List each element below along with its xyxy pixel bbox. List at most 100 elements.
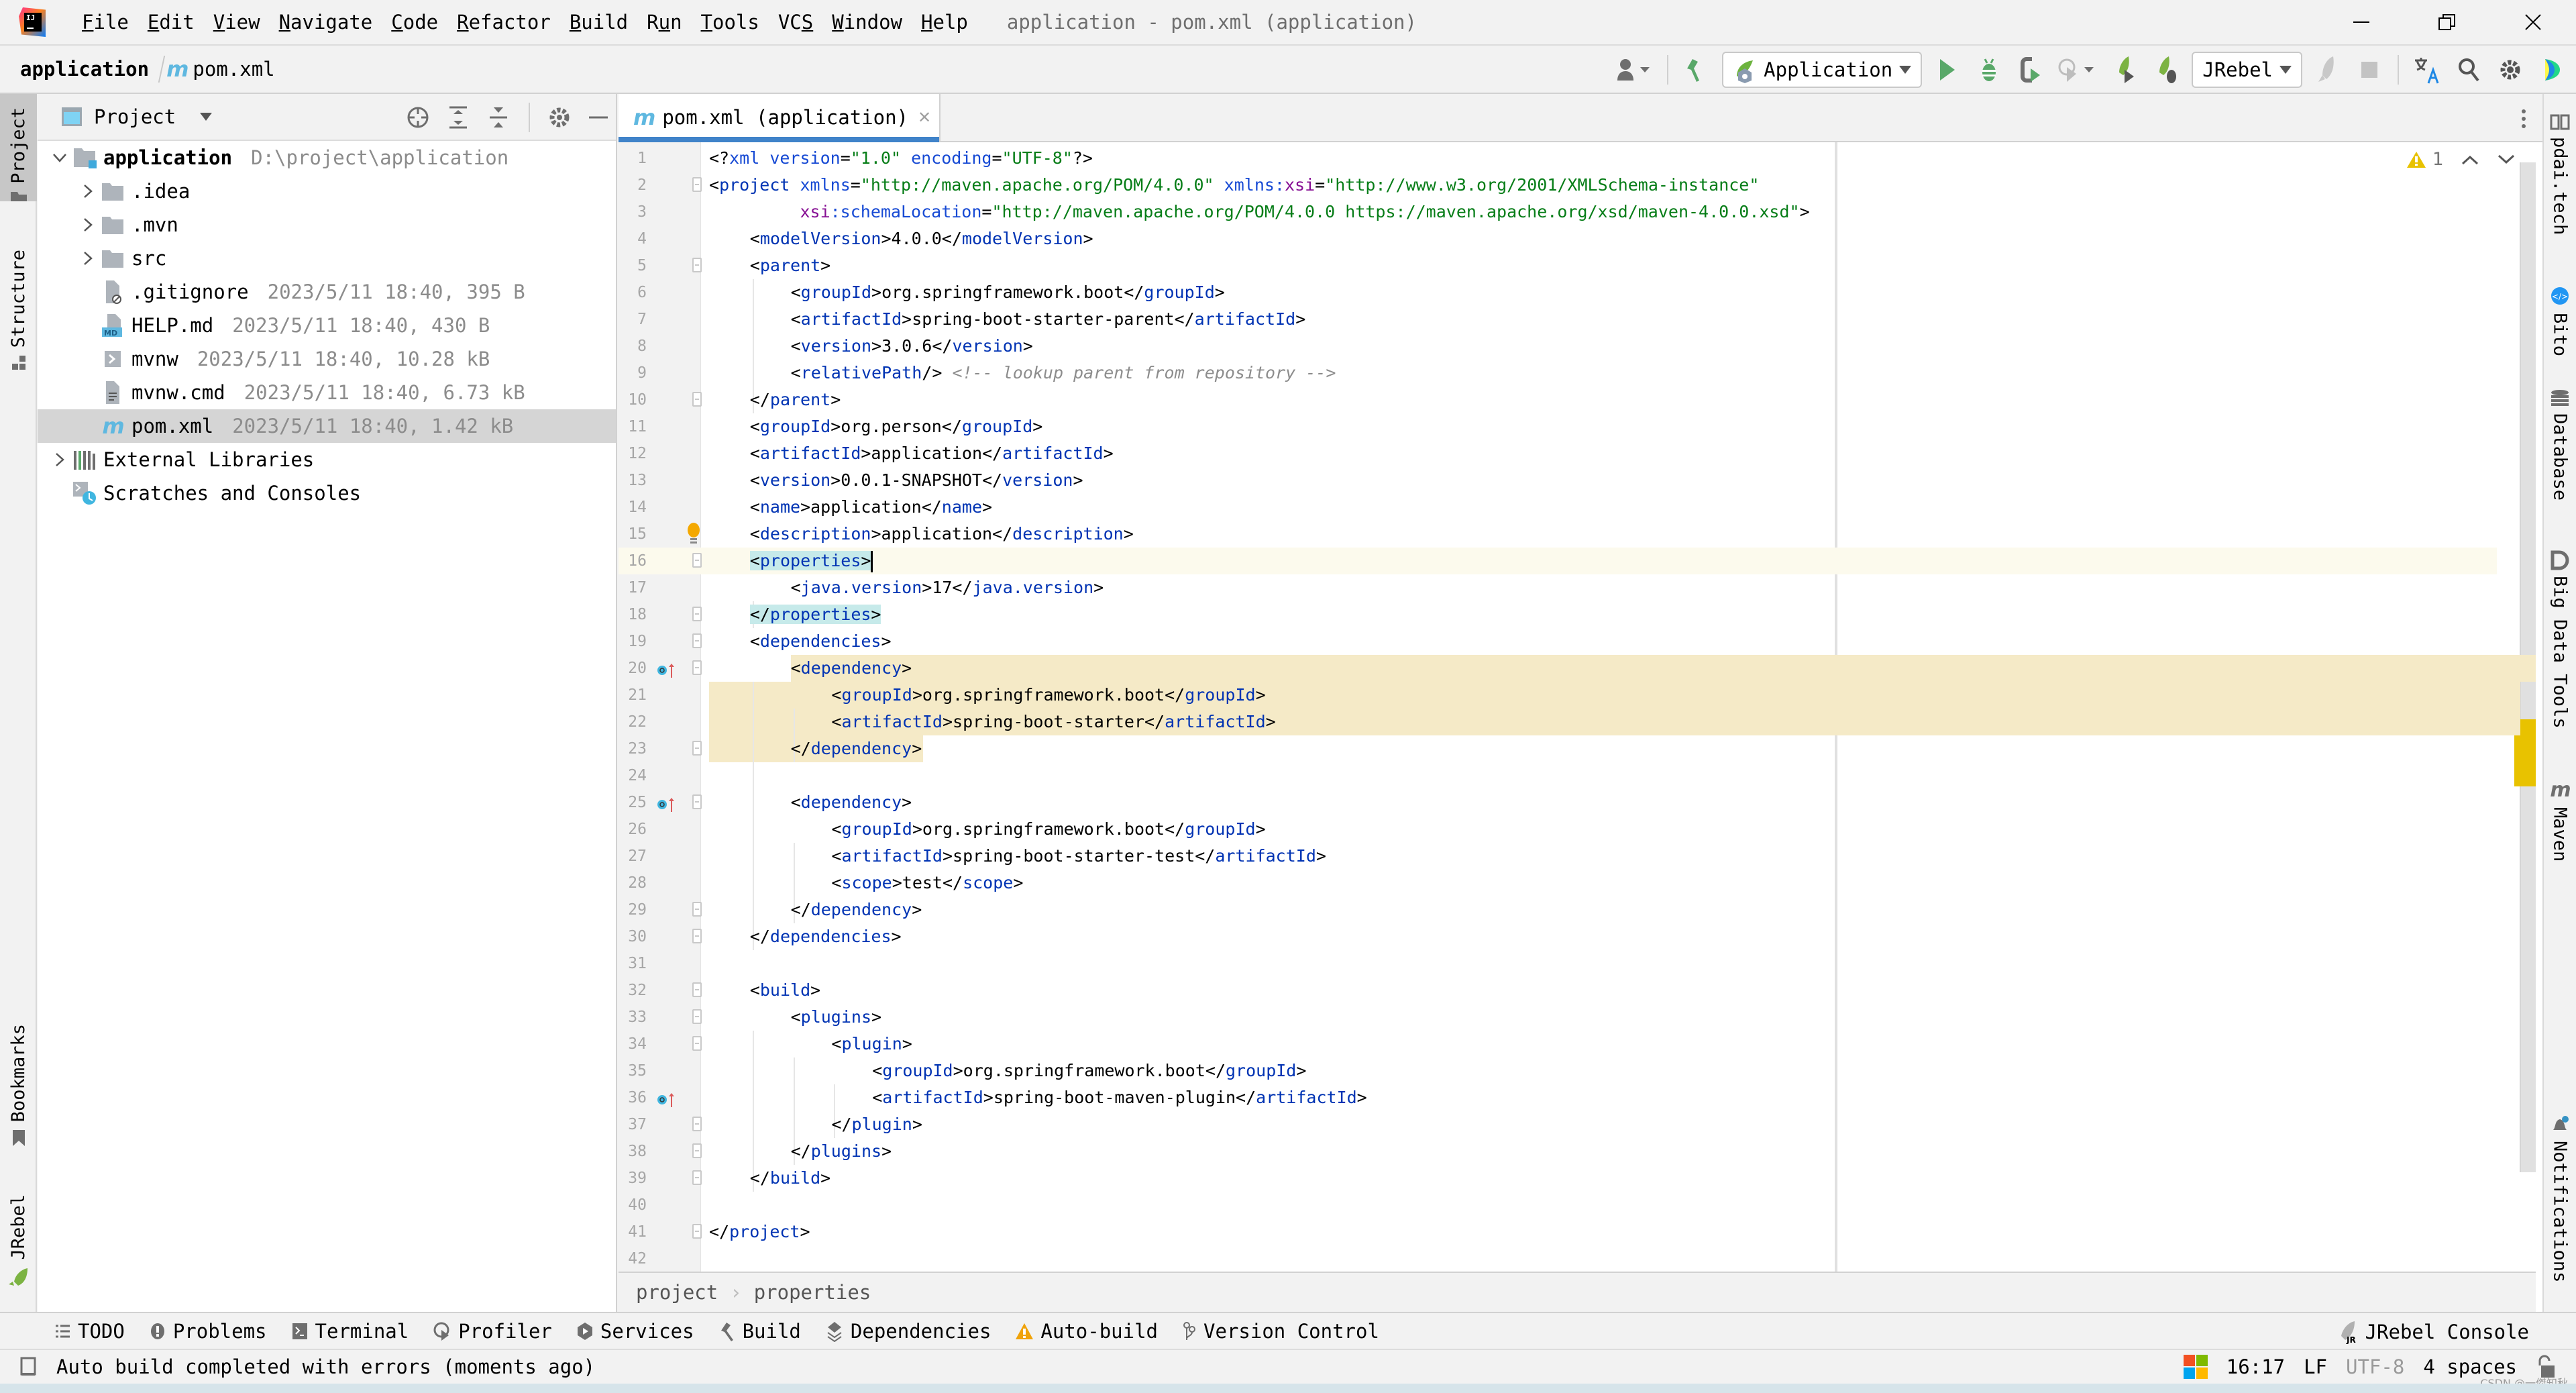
code-line[interactable]: 36 <artifactId>spring-boot-maven-plugin</… <box>619 1084 2497 1111</box>
code-line[interactable]: 21 <groupId>org.springframework.boot</gro… <box>619 682 2497 709</box>
tool-tab-structure[interactable]: Structure <box>0 250 37 384</box>
line-number[interactable]: 25 <box>619 789 647 816</box>
chevron-right-icon[interactable] <box>50 452 70 467</box>
menu-help[interactable]: Help <box>912 11 977 34</box>
tree-item-idea[interactable]: .idea <box>38 174 616 208</box>
code-line[interactable]: 6 <groupId>org.springframework.boot</grou… <box>619 279 2497 306</box>
tool-tab-database[interactable]: Database <box>2544 389 2576 501</box>
minimize-button[interactable] <box>2318 0 2404 44</box>
menu-run[interactable]: Run <box>637 11 691 34</box>
line-number[interactable]: 3 <box>619 199 647 225</box>
code-line[interactable]: 26 <groupId>org.springframework.boot</gro… <box>619 816 2497 843</box>
chevron-right-icon[interactable] <box>78 251 98 266</box>
line-number[interactable]: 29 <box>619 896 647 923</box>
line-number[interactable]: 13 <box>619 467 647 494</box>
line-number[interactable]: 9 <box>619 360 647 386</box>
line-number[interactable]: 8 <box>619 333 647 360</box>
code-with-me-button[interactable] <box>2536 54 2568 86</box>
menu-refactor[interactable]: Refactor <box>447 11 560 34</box>
tool-window-profiler[interactable]: Profiler <box>433 1320 552 1343</box>
line-number[interactable]: 20 <box>619 655 647 682</box>
line-number[interactable]: 10 <box>619 386 647 413</box>
line-number[interactable]: 40 <box>619 1192 647 1219</box>
line-number[interactable]: 30 <box>619 923 647 950</box>
code-line[interactable]: 12 <artifactId>application</artifactId> <box>619 440 2497 467</box>
code-line[interactable]: 41 </project> <box>619 1219 2497 1245</box>
code-line[interactable]: 22 <artifactId>spring-boot-starter</artif… <box>619 709 2497 735</box>
menu-code[interactable]: Code <box>382 11 447 34</box>
locate-file-icon[interactable] <box>405 105 431 130</box>
code-line[interactable]: 24 <box>619 762 2497 789</box>
tree-item-scratches-and-consoles[interactable]: Scratches and Consoles <box>38 476 616 510</box>
tool-window-problems[interactable]: Problems <box>149 1320 267 1343</box>
intellij-logo-icon[interactable]: IJ <box>19 7 46 37</box>
line-number[interactable]: 41 <box>619 1219 647 1245</box>
fold-marker-icon[interactable] <box>692 607 702 621</box>
chevron-right-icon[interactable] <box>78 217 98 232</box>
tool-window-dependencies[interactable]: Dependencies <box>825 1320 991 1343</box>
code-line[interactable]: 28 <scope>test</scope> <box>619 870 2497 896</box>
code-line[interactable]: 19 <dependencies> <box>619 628 2497 655</box>
line-number[interactable]: 27 <box>619 843 647 870</box>
fold-marker-icon[interactable] <box>692 982 702 997</box>
tool-window-services[interactable]: Services <box>576 1320 694 1343</box>
line-number[interactable]: 21 <box>619 682 647 709</box>
tree-item-src[interactable]: src <box>38 242 616 275</box>
chevron-down-icon[interactable] <box>50 152 70 163</box>
code-line[interactable]: 3 xsi:schemaLocation="http://maven.apach… <box>619 199 2497 225</box>
code-line[interactable]: 8 <version>3.0.6</version> <box>619 333 2497 360</box>
code-line[interactable]: 15 <description>application</description> <box>619 521 2497 548</box>
jrebel-configuration-select[interactable]: JRebel <box>2192 52 2302 88</box>
run-with-coverage-button[interactable] <box>2015 54 2047 86</box>
more-options-icon[interactable] <box>2520 109 2528 129</box>
line-number[interactable]: 11 <box>619 413 647 440</box>
nav-crumb-file[interactable]: pom.xml <box>193 58 274 81</box>
expand-all-icon[interactable] <box>445 105 471 130</box>
file-encoding[interactable]: UTF-8 <box>2346 1355 2404 1378</box>
code-line[interactable]: 40 <box>619 1192 2497 1219</box>
code-line[interactable]: 9 <relativePath/> <!-- lookup parent from… <box>619 360 2497 386</box>
code-line[interactable]: 32 <build> <box>619 977 2497 1004</box>
status-message[interactable]: Auto build completed with errors (moment… <box>56 1355 595 1378</box>
line-number[interactable]: 39 <box>619 1165 647 1192</box>
menu-window[interactable]: Window <box>822 11 912 34</box>
code-editor[interactable]: 1 1 <?xml version="1.0" encoding="UTF-8"?… <box>619 142 2536 1272</box>
line-number[interactable]: 2 <box>619 172 647 199</box>
tree-item-mvnw-cmd[interactable]: mvnw.cmd 2023/5/11 18:40, 6.73 kB <box>38 376 616 409</box>
line-number[interactable]: 5 <box>619 252 647 279</box>
chevron-right-icon[interactable] <box>78 184 98 199</box>
fold-marker-icon[interactable] <box>692 392 702 407</box>
fold-marker-icon[interactable] <box>692 660 702 675</box>
menu-edit[interactable]: Edit <box>138 11 204 34</box>
code-line[interactable]: 30 </dependencies> <box>619 923 2497 950</box>
line-number[interactable]: 36 <box>619 1084 647 1111</box>
stop-button[interactable] <box>2353 54 2385 86</box>
jrebel-run-button[interactable] <box>2108 54 2141 86</box>
line-number[interactable]: 38 <box>619 1138 647 1165</box>
close-window-button[interactable] <box>2490 0 2576 44</box>
line-number[interactable]: 28 <box>619 870 647 896</box>
code-line[interactable]: 1 <?xml version="1.0" encoding="UTF-8"?> <box>619 145 2497 172</box>
line-number[interactable]: 24 <box>619 762 647 789</box>
code-line[interactable]: 13 <version>0.0.1-SNAPSHOT</version> <box>619 467 2497 494</box>
line-number[interactable]: 32 <box>619 977 647 1004</box>
tool-tab-pdai-tech[interactable]: pdai.tech <box>2544 113 2576 235</box>
code-line[interactable]: 18 </properties> <box>619 601 2497 628</box>
tool-window-todo[interactable]: TODO <box>54 1320 125 1343</box>
profile-button[interactable] <box>2056 54 2099 86</box>
fold-marker-icon[interactable] <box>692 633 702 648</box>
next-highlight-icon[interactable] <box>2497 153 2516 166</box>
tree-item-pom-xml[interactable]: m pom.xml 2023/5/11 18:40, 1.42 kB <box>38 409 616 443</box>
fold-marker-icon[interactable] <box>692 794 702 809</box>
menu-navigate[interactable]: Navigate <box>270 11 382 34</box>
line-number[interactable]: 17 <box>619 574 647 601</box>
fold-marker-icon[interactable] <box>692 741 702 756</box>
line-number[interactable]: 23 <box>619 735 647 762</box>
line-number[interactable]: 34 <box>619 1031 647 1057</box>
run-button[interactable] <box>1931 54 1964 86</box>
view-mode-dropdown-icon[interactable] <box>200 113 213 121</box>
gear-icon[interactable] <box>547 105 572 130</box>
code-line[interactable]: 5 <parent> <box>619 252 2497 279</box>
code-line[interactable]: 16 <properties> <box>619 548 2497 574</box>
line-number[interactable]: 14 <box>619 494 647 521</box>
